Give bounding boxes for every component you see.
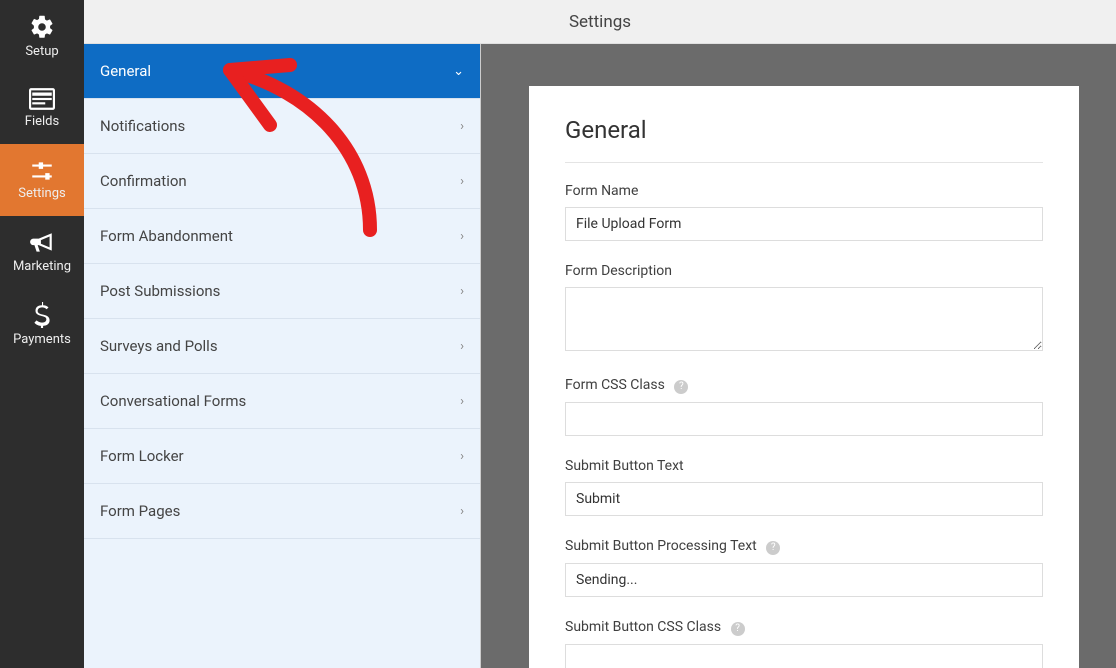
- submenu-post-submissions[interactable]: Post Submissions ›: [84, 264, 480, 319]
- nav-item-fields[interactable]: Fields: [0, 72, 84, 144]
- submenu-form-abandonment[interactable]: Form Abandonment ›: [84, 209, 480, 264]
- submenu-label: Surveys and Polls: [100, 337, 218, 355]
- fields-icon: [29, 88, 55, 110]
- form-name-input[interactable]: [565, 207, 1043, 241]
- submit-text-input[interactable]: [565, 482, 1043, 516]
- field-label: Form Name: [565, 183, 1043, 199]
- form-css-class-input[interactable]: [565, 402, 1043, 436]
- sliders-icon: [29, 160, 55, 182]
- help-icon[interactable]: ?: [766, 541, 780, 555]
- submenu-label: Post Submissions: [100, 282, 220, 300]
- chevron-right-icon: ›: [460, 504, 464, 519]
- field-form-name: Form Name: [565, 183, 1043, 241]
- submenu-form-pages[interactable]: Form Pages ›: [84, 484, 480, 539]
- nav-item-label: Fields: [25, 114, 59, 129]
- field-submit-processing: Submit Button Processing Text ?: [565, 538, 1043, 597]
- nav-item-label: Marketing: [13, 259, 71, 274]
- nav-item-setup[interactable]: Setup: [0, 0, 84, 72]
- left-nav: Setup Fields Settings Marketing Payments: [0, 0, 84, 668]
- submenu-label: Form Pages: [100, 502, 180, 520]
- submenu-notifications[interactable]: Notifications ›: [84, 99, 480, 154]
- field-submit-css-class: Submit Button CSS Class ?: [565, 619, 1043, 668]
- submit-css-class-input[interactable]: [565, 644, 1043, 668]
- chevron-right-icon: ›: [460, 449, 464, 464]
- chevron-right-icon: ›: [460, 174, 464, 189]
- field-form-description: Form Description: [565, 263, 1043, 355]
- field-label: Submit Button Text: [565, 458, 1043, 474]
- field-label-text: Submit Button Processing Text: [565, 538, 757, 554]
- help-icon[interactable]: ?: [674, 380, 688, 394]
- chevron-right-icon: ›: [460, 394, 464, 409]
- nav-item-label: Setup: [25, 44, 58, 59]
- submenu-label: Confirmation: [100, 172, 187, 190]
- chevron-right-icon: ›: [460, 339, 464, 354]
- submenu-form-locker[interactable]: Form Locker ›: [84, 429, 480, 484]
- field-label: Form CSS Class ?: [565, 377, 1043, 394]
- nav-item-settings[interactable]: Settings: [0, 144, 84, 216]
- form-heading: General: [565, 116, 1043, 163]
- field-label: Submit Button CSS Class ?: [565, 619, 1043, 636]
- help-icon[interactable]: ?: [731, 622, 745, 636]
- chevron-right-icon: ›: [460, 119, 464, 134]
- field-submit-text: Submit Button Text: [565, 458, 1043, 516]
- nav-item-label: Payments: [13, 332, 71, 347]
- field-label: Submit Button Processing Text ?: [565, 538, 1043, 555]
- submenu-label: Form Locker: [100, 447, 184, 465]
- submenu-label: Conversational Forms: [100, 392, 246, 410]
- submenu-surveys-polls[interactable]: Surveys and Polls ›: [84, 319, 480, 374]
- chevron-right-icon: ›: [460, 284, 464, 299]
- gear-icon: [29, 14, 55, 40]
- bullhorn-icon: [29, 231, 55, 255]
- field-label: Form Description: [565, 263, 1043, 279]
- top-bar: Settings: [84, 0, 1116, 44]
- form-card: General Form Name Form Description Form …: [529, 86, 1079, 668]
- form-description-input[interactable]: [565, 287, 1043, 351]
- nav-item-marketing[interactable]: Marketing: [0, 216, 84, 288]
- nav-item-payments[interactable]: Payments: [0, 288, 84, 360]
- field-form-css-class: Form CSS Class ?: [565, 377, 1043, 436]
- settings-submenu: General ⌄ Notifications › Confirmation ›…: [84, 44, 481, 668]
- dollar-icon: [33, 302, 51, 328]
- field-label-text: Form CSS Class: [565, 377, 665, 393]
- chevron-down-icon: ⌄: [453, 64, 464, 79]
- field-label-text: Submit Button CSS Class: [565, 619, 721, 635]
- submit-processing-input[interactable]: [565, 563, 1043, 597]
- submenu-conversational-forms[interactable]: Conversational Forms ›: [84, 374, 480, 429]
- submenu-label: General: [100, 62, 151, 80]
- page-title: Settings: [569, 12, 631, 32]
- submenu-confirmation[interactable]: Confirmation ›: [84, 154, 480, 209]
- canvas: General ⌄ Notifications › Confirmation ›…: [84, 44, 1116, 668]
- nav-item-label: Settings: [18, 186, 65, 201]
- submenu-label: Notifications: [100, 117, 185, 135]
- submenu-general[interactable]: General ⌄: [84, 44, 480, 99]
- submenu-label: Form Abandonment: [100, 227, 233, 245]
- chevron-right-icon: ›: [460, 229, 464, 244]
